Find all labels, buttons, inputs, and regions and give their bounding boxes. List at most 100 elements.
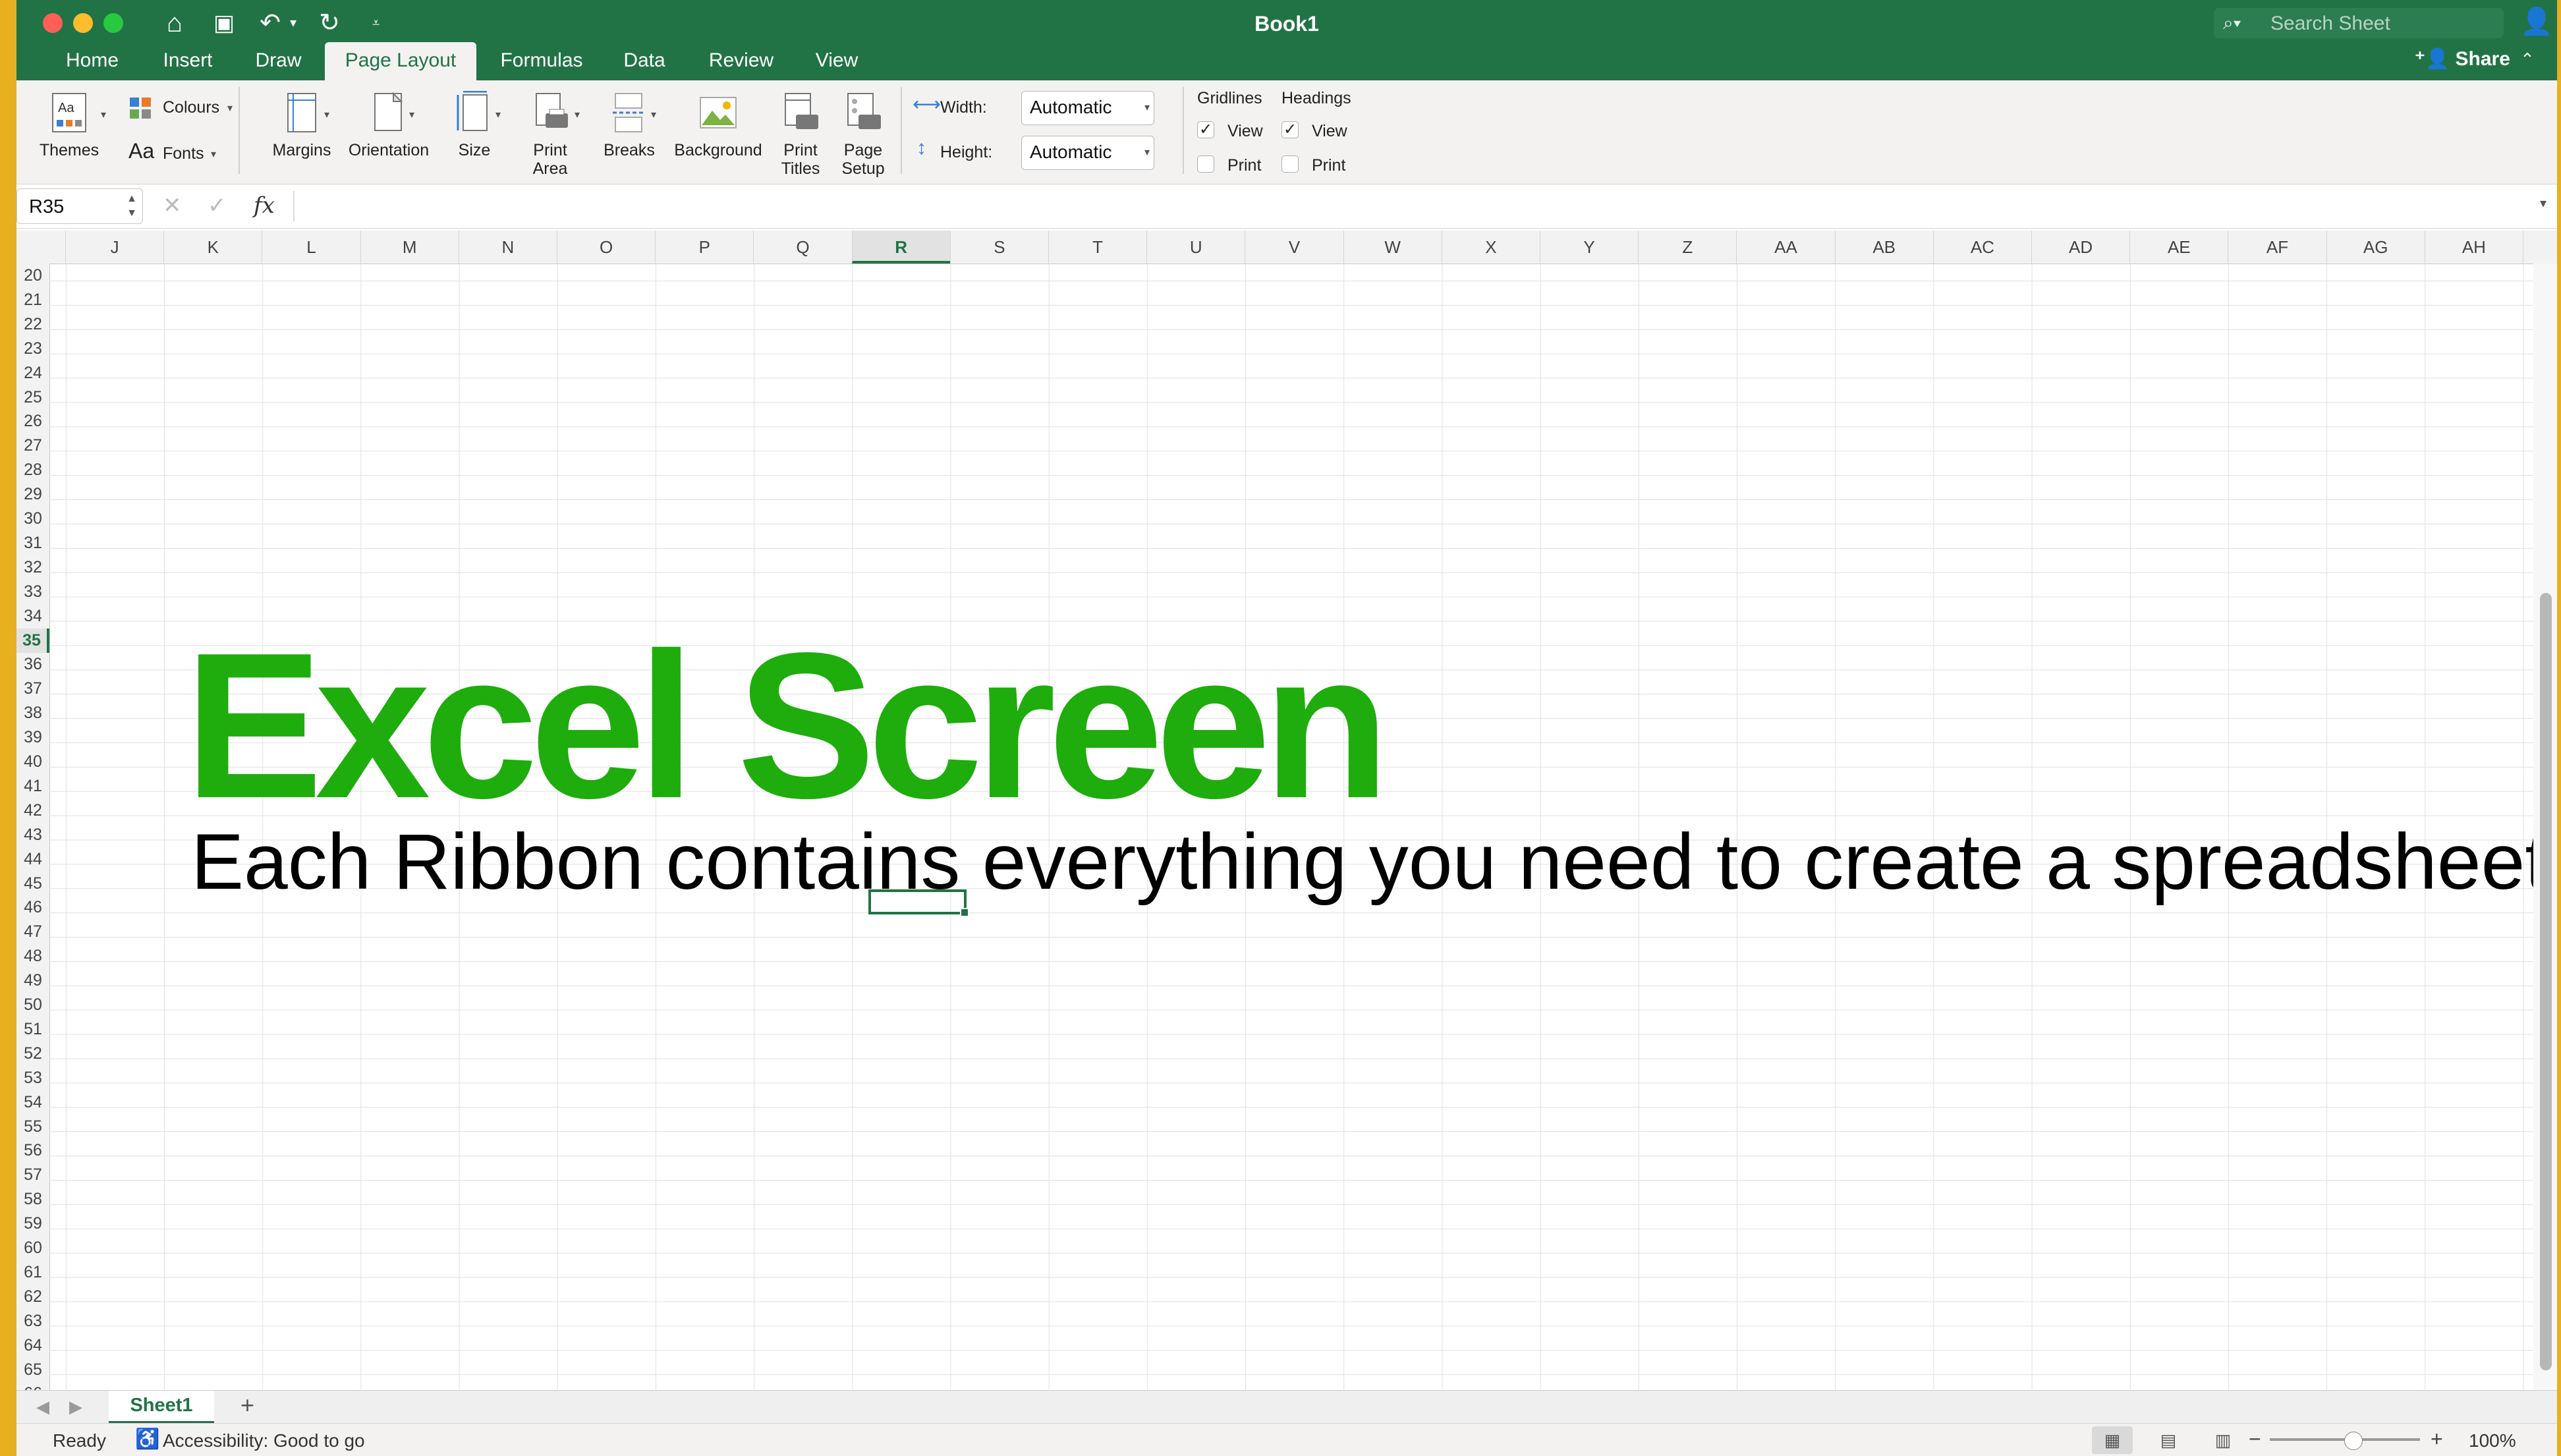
column-header[interactable]: R — [851, 231, 950, 264]
column-header[interactable]: J — [65, 231, 163, 264]
row-header[interactable]: 29 — [16, 482, 49, 507]
row-header[interactable]: 57 — [16, 1163, 49, 1187]
row-header[interactable]: 39 — [16, 725, 49, 750]
row-header[interactable]: 65 — [16, 1358, 49, 1382]
insert-function-icon[interactable]: fx — [254, 191, 275, 220]
collapse-ribbon-icon[interactable]: ⌃ — [2520, 45, 2535, 74]
row-header[interactable]: 22 — [16, 312, 49, 337]
row-header[interactable]: 55 — [16, 1115, 49, 1139]
column-header[interactable]: U — [1146, 231, 1245, 264]
row-header[interactable]: 54 — [16, 1090, 49, 1115]
column-header[interactable]: X — [1441, 231, 1540, 264]
active-cell-R35[interactable] — [868, 889, 969, 917]
zoom-out-icon[interactable]: − — [2249, 1428, 2261, 1450]
tab-formulas[interactable]: Formulas — [486, 42, 598, 80]
row-header[interactable]: 35 — [16, 628, 49, 653]
gridlines-view-checkbox[interactable]: ✓ — [1197, 121, 1214, 138]
column-header[interactable]: AC — [1932, 231, 2031, 264]
cell-grid[interactable]: Excel Screen Each Ribbon contains everyt… — [49, 264, 2557, 1390]
row-header[interactable]: 49 — [16, 968, 49, 993]
page-break-preview-icon[interactable]: ▥ — [2203, 1426, 2243, 1454]
scrollbar-thumb[interactable] — [2540, 593, 2552, 1370]
add-sheet-icon[interactable]: + — [240, 1393, 254, 1417]
row-header[interactable]: 38 — [16, 701, 49, 725]
tab-view[interactable]: View — [801, 42, 873, 80]
print-titles-button[interactable]: Print Titles — [774, 80, 827, 179]
row-header[interactable]: 62 — [16, 1285, 49, 1309]
column-header[interactable]: AE — [2129, 231, 2228, 264]
row-header[interactable]: 41 — [16, 774, 49, 798]
row-header[interactable]: 51 — [16, 1017, 49, 1042]
row-header[interactable]: 20 — [16, 264, 49, 288]
themes-button[interactable]: Aa Themes — [23, 80, 115, 179]
column-header[interactable]: N — [458, 231, 557, 264]
zoom-percentage[interactable]: 100% — [2469, 1430, 2516, 1451]
background-button[interactable]: Background — [669, 80, 768, 179]
column-header[interactable]: AB — [1834, 231, 1933, 264]
row-header[interactable]: 28 — [16, 458, 49, 482]
page-layout-view-icon[interactable]: ▤ — [2148, 1426, 2189, 1454]
column-header[interactable]: AD — [2031, 231, 2129, 264]
width-select[interactable]: Automatic ▾ — [1021, 91, 1154, 125]
row-header[interactable]: 24 — [16, 361, 49, 385]
row-header[interactable]: 61 — [16, 1260, 49, 1285]
orientation-button[interactable]: Orientation — [339, 80, 438, 179]
column-header[interactable]: L — [262, 231, 360, 264]
tab-home[interactable]: Home — [43, 42, 142, 80]
height-select[interactable]: Automatic ▾ — [1021, 136, 1154, 170]
name-box[interactable]: R35 ▲ ▼ — [16, 188, 143, 224]
account-icon[interactable]: 👤 — [2520, 7, 2553, 37]
size-button[interactable]: Size — [432, 80, 517, 179]
tab-draw[interactable]: Draw — [237, 42, 320, 80]
row-header[interactable]: 59 — [16, 1212, 49, 1236]
row-header[interactable]: 50 — [16, 993, 49, 1017]
row-header[interactable]: 44 — [16, 847, 49, 872]
share-button[interactable]: ⁺👤 Share — [2415, 45, 2510, 74]
row-header[interactable]: 36 — [16, 652, 49, 677]
row-header[interactable]: 33 — [16, 580, 49, 604]
row-header[interactable]: 43 — [16, 823, 49, 847]
expand-formula-bar-icon[interactable]: ▾ — [2540, 195, 2547, 211]
tab-insert[interactable]: Insert — [148, 42, 227, 80]
row-header[interactable]: 64 — [16, 1333, 49, 1358]
column-header[interactable]: S — [949, 231, 1048, 264]
breaks-button[interactable]: Breaks — [590, 80, 669, 179]
tab-data[interactable]: Data — [608, 42, 681, 80]
page-setup-button[interactable]: Page Setup — [837, 80, 889, 179]
row-header[interactable]: 34 — [16, 604, 49, 629]
column-header[interactable]: AG — [2326, 231, 2425, 264]
row-header[interactable]: 48 — [16, 944, 49, 968]
tab-page-layout[interactable]: Page Layout — [325, 42, 476, 80]
row-header[interactable]: 66 — [16, 1382, 49, 1390]
sheet-tab-sheet1[interactable]: Sheet1 — [109, 1391, 214, 1424]
row-header[interactable]: 53 — [16, 1066, 49, 1090]
row-header[interactable]: 47 — [16, 920, 49, 944]
row-header[interactable]: 25 — [16, 385, 49, 410]
orientation-dropdown-icon[interactable]: ▾ — [409, 108, 414, 121]
row-header[interactable]: 27 — [16, 434, 49, 458]
formula-input[interactable] — [306, 194, 2520, 220]
row-header[interactable]: 31 — [16, 531, 49, 555]
row-header[interactable]: 42 — [16, 798, 49, 823]
column-header[interactable]: AH — [2424, 231, 2523, 264]
zoom-slider-thumb[interactable] — [2344, 1432, 2363, 1450]
column-header[interactable]: M — [360, 231, 459, 264]
column-header[interactable]: A — [2523, 231, 2557, 264]
row-header[interactable]: 45 — [16, 872, 49, 896]
column-header[interactable]: V — [1245, 231, 1343, 264]
tab-review[interactable]: Review — [695, 42, 787, 80]
column-header[interactable]: Y — [1540, 231, 1638, 264]
row-header[interactable]: 30 — [16, 507, 49, 531]
row-header[interactable]: 52 — [16, 1042, 49, 1066]
column-header[interactable]: Z — [1638, 231, 1736, 264]
breaks-dropdown-icon[interactable]: ▾ — [651, 108, 656, 121]
column-header[interactable]: T — [1048, 231, 1146, 264]
zoom-in-icon[interactable]: + — [2431, 1428, 2443, 1450]
vertical-scrollbar[interactable] — [2533, 264, 2557, 1390]
print-area-dropdown-icon[interactable]: ▾ — [575, 108, 580, 121]
fill-handle[interactable] — [960, 908, 969, 917]
row-header[interactable]: 60 — [16, 1236, 49, 1260]
headings-print-checkbox[interactable] — [1281, 155, 1299, 173]
themes-dropdown-icon[interactable]: ▾ — [101, 108, 106, 121]
row-header[interactable]: 46 — [16, 895, 49, 920]
